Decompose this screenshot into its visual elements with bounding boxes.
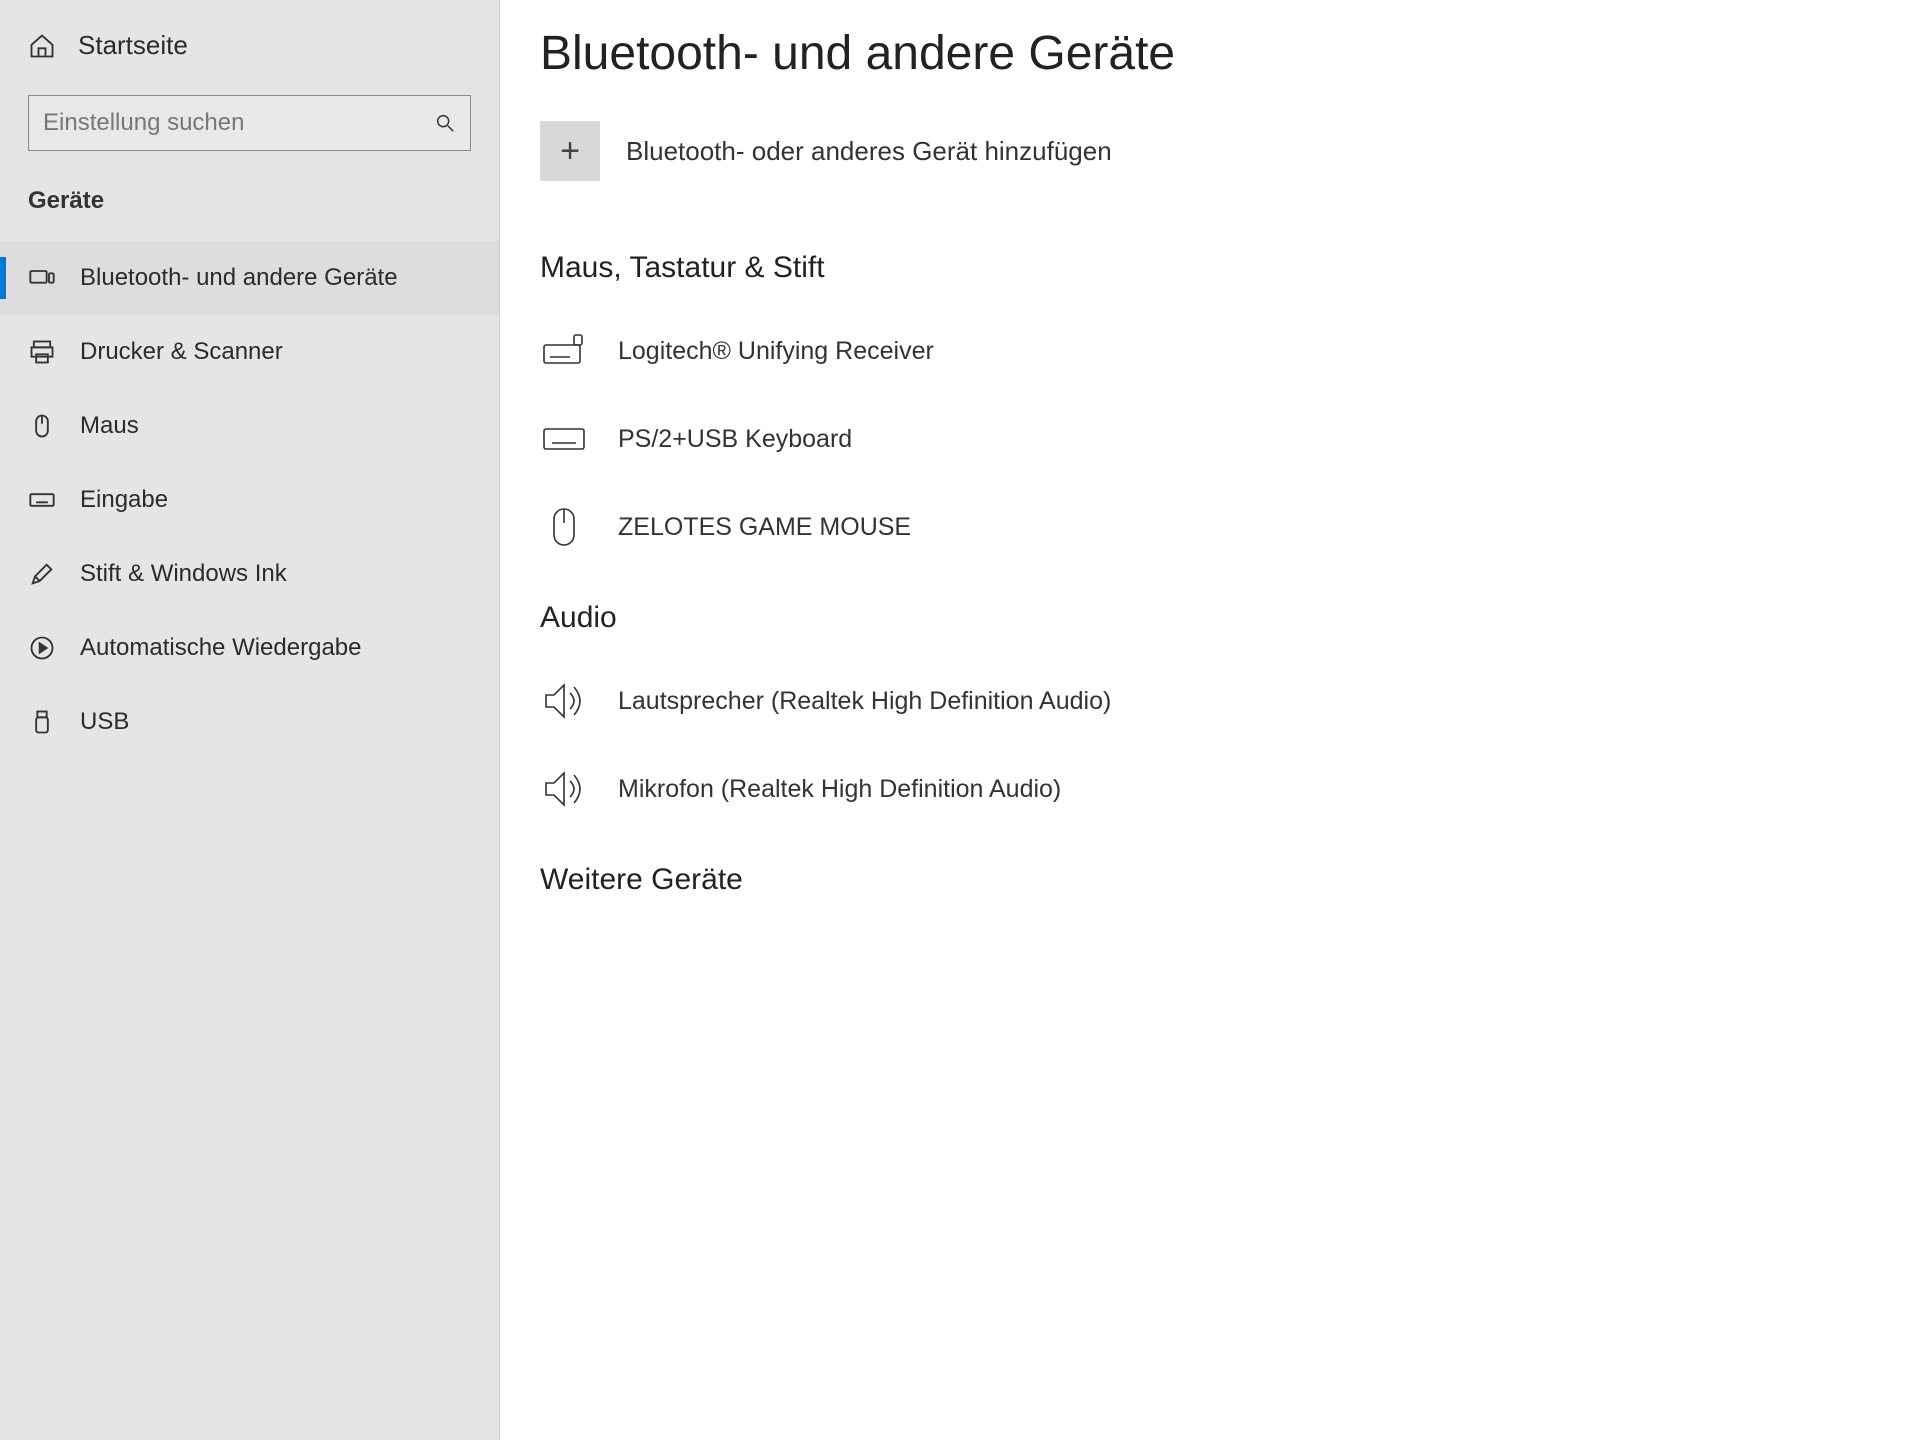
sidebar-item-usb[interactable]: USB [0,685,499,759]
device-label: Lautsprecher (Realtek High Definition Au… [618,687,1111,716]
usb-icon [28,708,56,736]
sidebar-item-label: Eingabe [80,486,168,514]
device-label: Logitech® Unifying Receiver [618,337,934,366]
sidebar-item-label: Drucker & Scanner [80,338,283,366]
device-item[interactable]: Logitech® Unifying Receiver [540,307,1880,395]
sidebar-item-label: Bluetooth- und andere Geräte [80,264,398,292]
mouse-icon [540,503,588,551]
autoplay-icon [28,634,56,662]
sidebar-item-mouse[interactable]: Maus [0,389,499,463]
device-item[interactable]: Mikrofon (Realtek High Definition Audio) [540,745,1880,833]
search-icon [434,112,456,134]
sidebar-item-bluetooth[interactable]: Bluetooth- und andere Geräte [0,241,499,315]
sidebar-item-label: Stift & Windows Ink [80,560,287,588]
add-device-label: Bluetooth- oder anderes Gerät hinzufügen [626,136,1112,167]
search-input[interactable] [43,109,434,137]
section-heading-other: Weitere Geräte [540,863,1880,897]
device-item[interactable]: PS/2+USB Keyboard [540,395,1880,483]
keyboard-receiver-icon [540,327,588,375]
home-icon [28,32,56,60]
home-link[interactable]: Startseite [0,12,499,79]
sidebar-item-autoplay[interactable]: Automatische Wiedergabe [0,611,499,685]
sidebar-item-printers[interactable]: Drucker & Scanner [0,315,499,389]
keyboard-icon [540,415,588,463]
home-label: Startseite [78,30,188,61]
sidebar-nav: Bluetooth- und andere Geräte Drucker & S… [0,241,499,759]
sidebar-item-label: Maus [80,412,139,440]
section-heading-audio: Audio [540,601,1880,635]
speaker-icon [540,677,588,725]
sidebar: Startseite Geräte Bluetooth- und andere … [0,0,500,1440]
page-title: Bluetooth- und andere Geräte [540,26,1880,81]
mouse-icon [28,412,56,440]
plus-icon: + [540,121,600,181]
search-box[interactable] [28,95,471,151]
device-label: Mikrofon (Realtek High Definition Audio) [618,775,1061,804]
main-content: Bluetooth- und andere Geräte + Bluetooth… [500,0,1920,1440]
device-label: ZELOTES GAME MOUSE [618,513,911,542]
device-label: PS/2+USB Keyboard [618,425,852,454]
sidebar-section-label: Geräte [0,175,499,241]
printer-icon [28,338,56,366]
sidebar-item-pen[interactable]: Stift & Windows Ink [0,537,499,611]
pen-icon [28,560,56,588]
sidebar-item-label: USB [80,708,129,736]
device-item[interactable]: ZELOTES GAME MOUSE [540,483,1880,571]
device-item[interactable]: Lautsprecher (Realtek High Definition Au… [540,657,1880,745]
keyboard-icon [28,486,56,514]
section-heading-input: Maus, Tastatur & Stift [540,251,1880,285]
speaker-icon [540,765,588,813]
add-device-button[interactable]: + Bluetooth- oder anderes Gerät hinzufüg… [540,121,1880,181]
sidebar-item-label: Automatische Wiedergabe [80,634,361,662]
devices-icon [28,264,56,292]
sidebar-item-typing[interactable]: Eingabe [0,463,499,537]
search-container [28,95,471,151]
